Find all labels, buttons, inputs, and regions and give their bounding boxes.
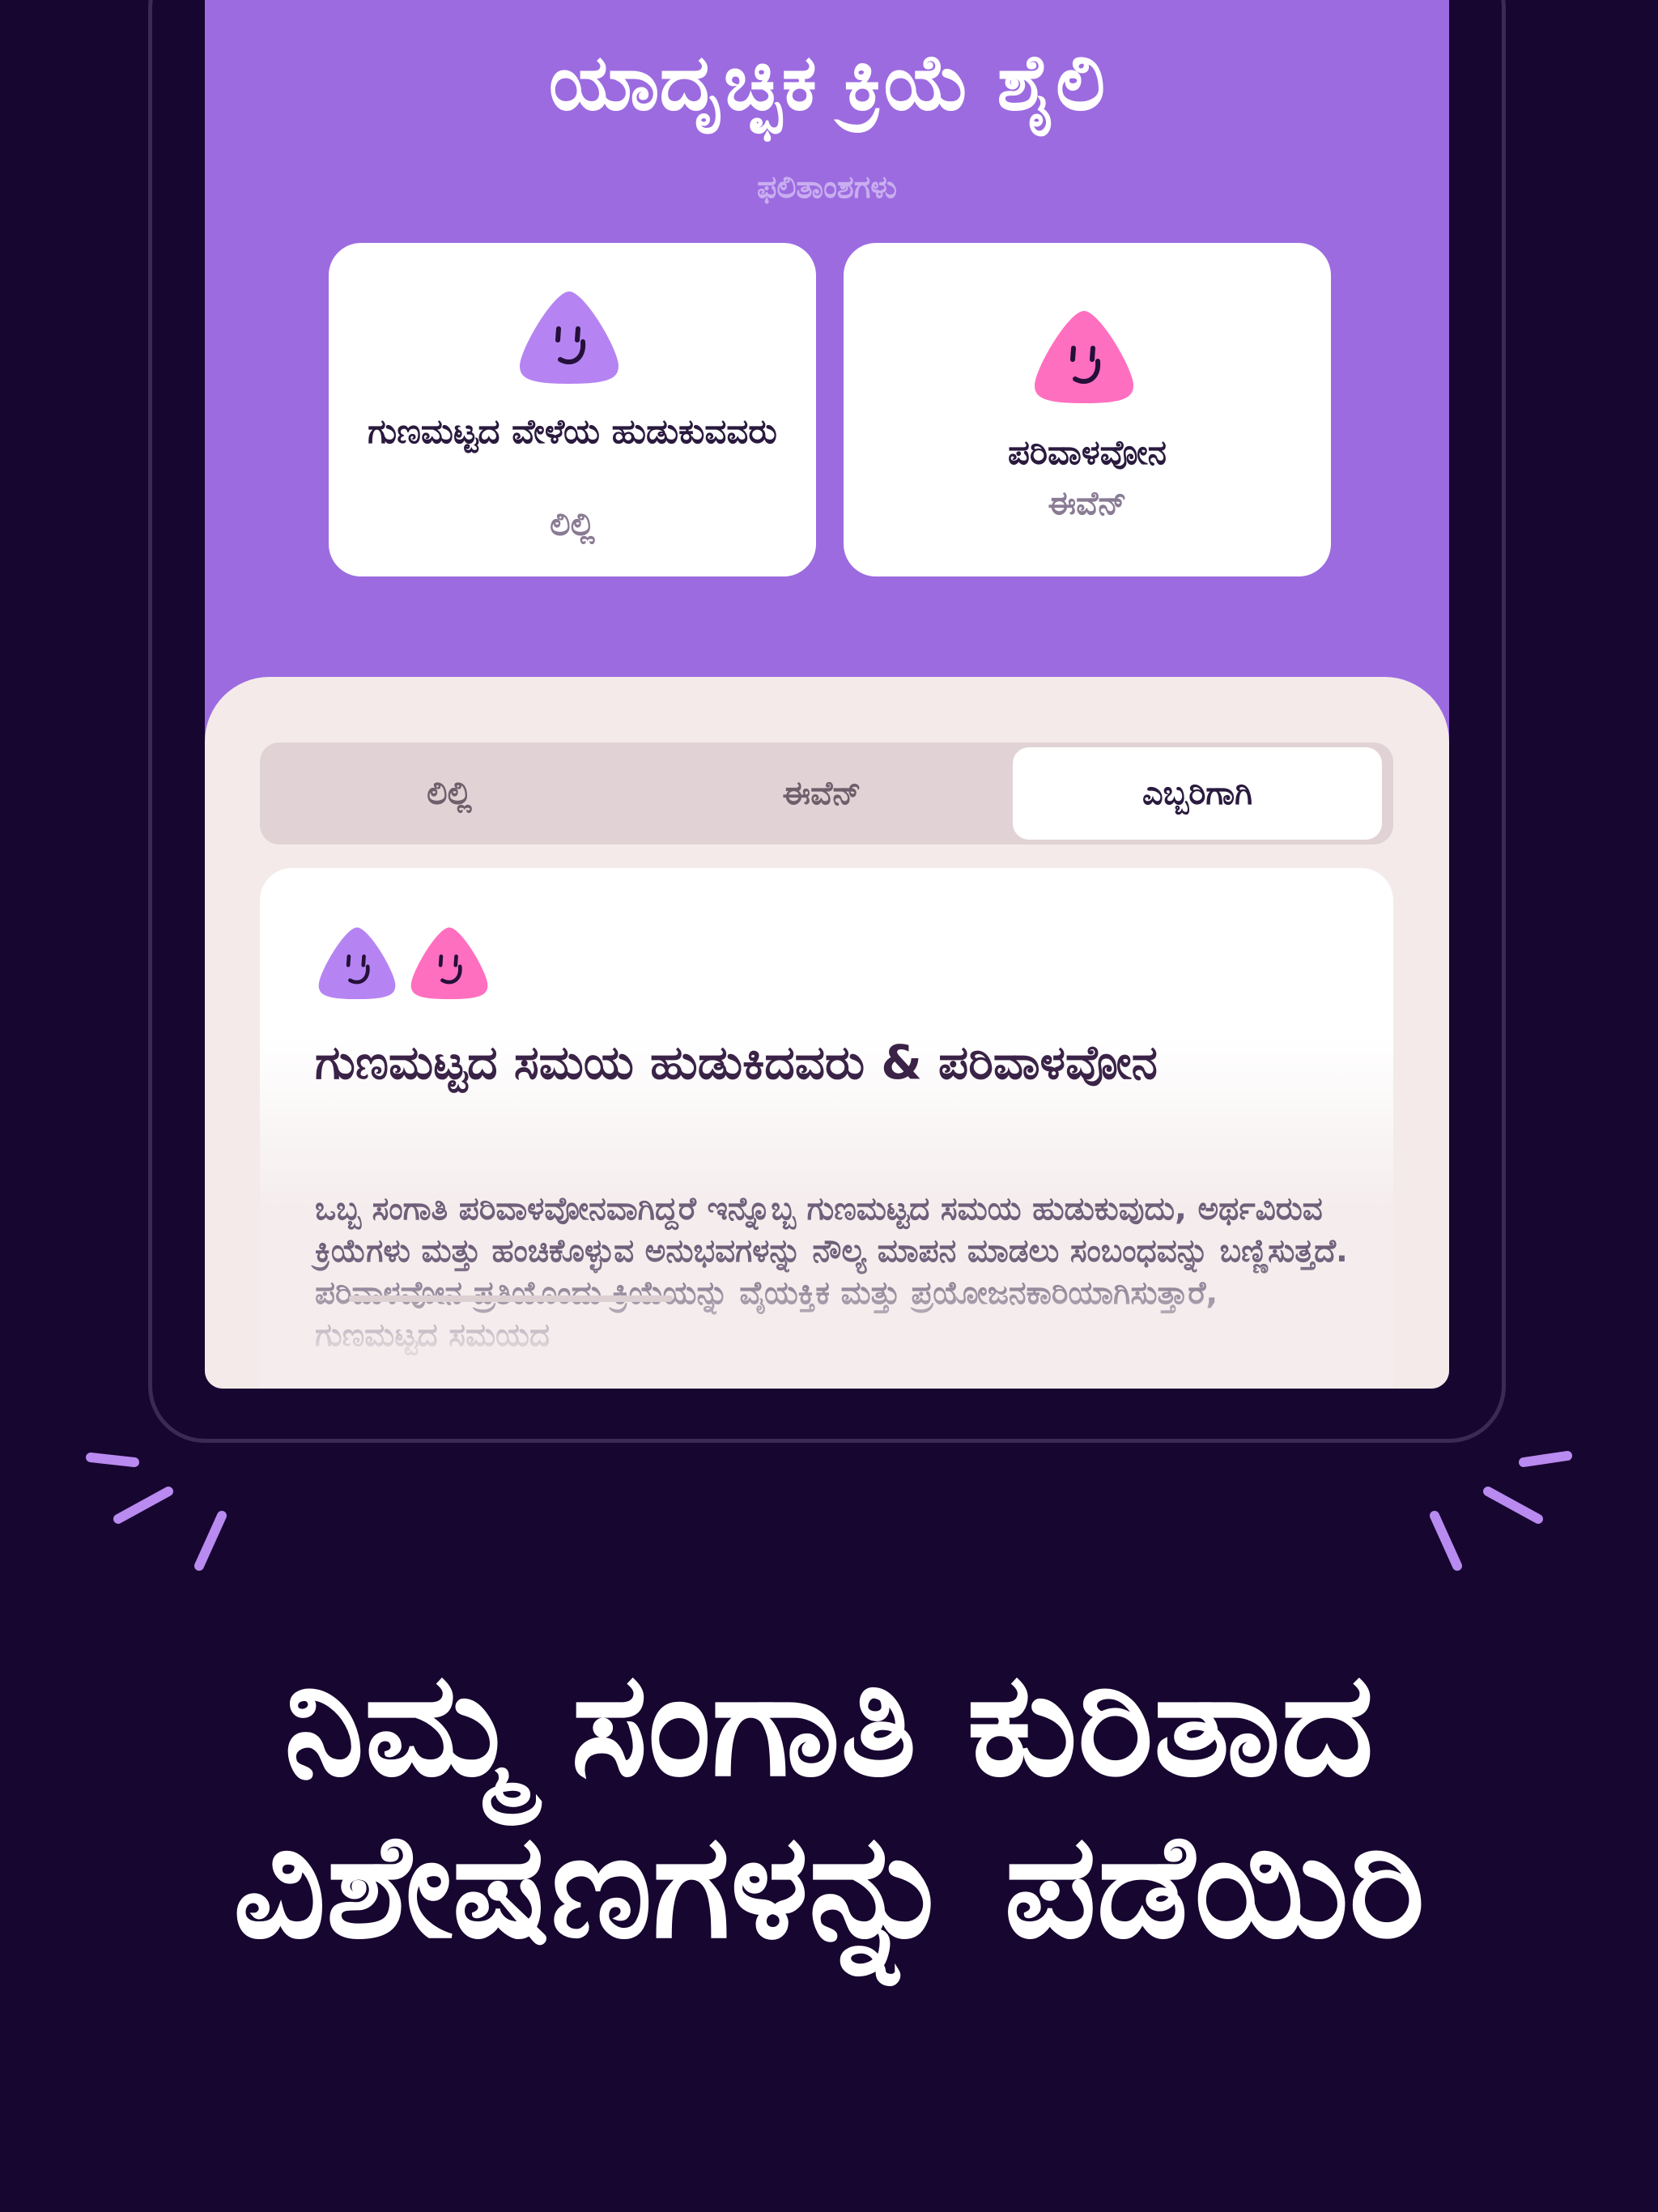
result-card-lilly[interactable]: ಗುಣಮಟ್ಟದ ವೇಳೆಯ ಹುಡುಕುವವರು ಲಿಲ್ಲಿ (329, 243, 816, 576)
result-person-name: ಲಿಲ್ಲಿ (550, 506, 595, 543)
spark-line-left-2 (113, 1487, 173, 1524)
person-tabs: ಲಿಲ್ಲಿ ಈವೆನ್ ಎಬ್ಬರಿಗಾಗಿ (260, 742, 1393, 844)
result-style-name: ಪರಿವಾಳವೋನ (1007, 432, 1167, 472)
details-sheet: ಲಿಲ್ಲಿ ಈವೆನ್ ಎಬ್ಬರಿಗಾಗಿ ಗುಣಮಟ್ಟದ ಸಮಯ ಹುಡ… (205, 677, 1449, 1389)
spark-line-right-2 (1483, 1487, 1543, 1524)
promo-headline: ನಿಮ್ಮ ಸಂಗಾತಿ ಕುರಿತಾದ ವಿಶೇಷಣಗಳನ್ನು ಪಡೆಯಿರ… (232, 1640, 1426, 1970)
spark-line-left-3 (194, 1511, 227, 1571)
result-card-title: ಗುಣಮಟ್ಟದ ಸಮಯ ಹುಡುಕಿದವರು & ಪರಿವಾಳವೋನ (315, 1035, 1158, 1090)
combined-result-card[interactable]: ಗುಣಮಟ್ಟದ ಸಮಯ ಹುಡುಕಿದವರು & ಪರಿವಾಳವೋನ ಒಬ್ಬ… (260, 868, 1393, 1389)
page-subtitle: ಫಲಿತಾಂಶಗಳು (756, 169, 898, 205)
purple-blob-icon (318, 927, 396, 1000)
pink-blob-icon (410, 927, 488, 1000)
spark-line-right-1 (1519, 1451, 1572, 1467)
spark-line-left-1 (86, 1453, 139, 1467)
result-style-name: ಗುಣಮಟ್ಟದ ವೇಳೆಯ ಹುಡುಕುವವರು (368, 411, 777, 451)
result-person-name: ಈವೆನ್ (1048, 485, 1127, 522)
page-title: ಯಾದೃಚ್ಛಿಕ ಕ್ರಿಯೆ ಶೈಲಿ (548, 37, 1106, 128)
result-card-even[interactable]: ಪರಿವಾಳವೋನ ಈವೆನ್ (844, 243, 1331, 576)
tab-even[interactable]: ಈವೆನ್ (637, 747, 1006, 840)
tab-both[interactable]: ಎಬ್ಬರಿಗಾಗಿ (1013, 747, 1382, 840)
smiley-blob-icon (1035, 311, 1133, 403)
tab-lilly[interactable]: ಲಿಲ್ಲಿ (265, 747, 634, 840)
app-screen: ಯಾದೃಚ್ಛಿಕ ಕ್ರಿಯೆ ಶೈಲಿ ಫಲಿತಾಂಶಗಳು ಗುಣಮಟ್ಟ… (205, 0, 1449, 1389)
spark-line-right-3 (1430, 1511, 1462, 1571)
loading-bar (349, 1295, 673, 1302)
smiley-blob-icon (520, 291, 619, 384)
text-fade-overlay (260, 1257, 1393, 1389)
